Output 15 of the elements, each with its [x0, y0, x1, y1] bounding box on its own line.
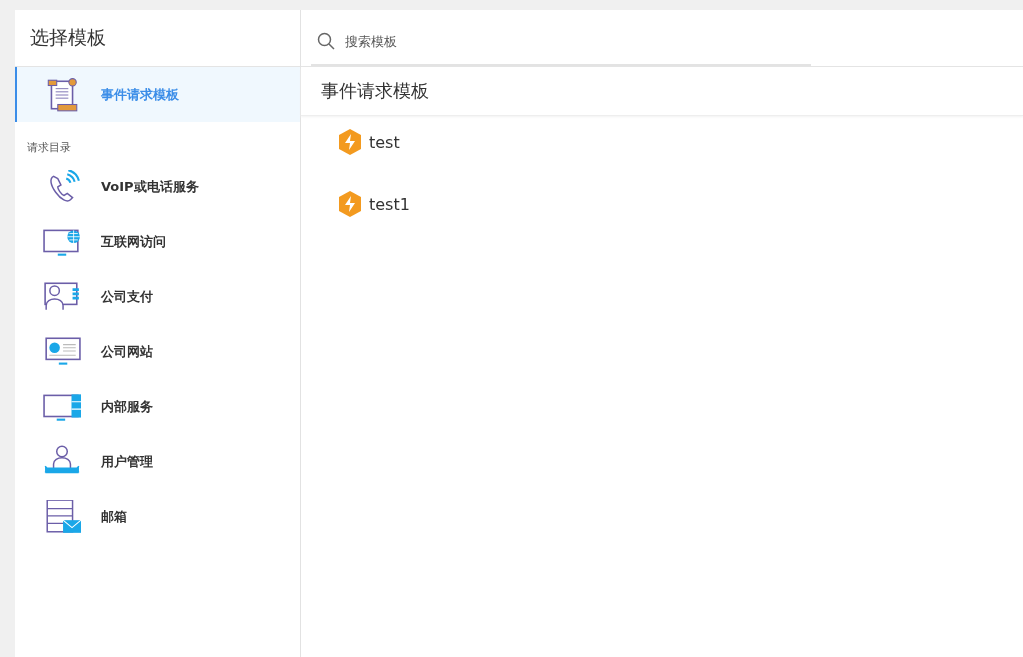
search-icon	[317, 32, 335, 50]
template-item[interactable]: test	[337, 128, 400, 156]
sidebar-item[interactable]: 公司支付	[15, 269, 300, 324]
sidebar-item[interactable]: 互联网访问	[15, 214, 300, 269]
lightning-hexagon-icon	[337, 128, 363, 156]
sidebar-item[interactable]: 用户管理	[15, 434, 300, 489]
lightning-hexagon-icon	[337, 190, 363, 218]
sidebar-item[interactable]: 邮箱	[15, 489, 300, 544]
section-label: 请求目录	[26, 140, 72, 156]
template-item[interactable]: test1	[337, 190, 410, 218]
sidebar-item[interactable]: 内部服务	[15, 379, 300, 434]
content-title: 事件请求模板	[301, 67, 1023, 116]
mail-icon	[43, 499, 81, 534]
sidebar-item[interactable]: VoIP或电话服务	[15, 159, 300, 214]
sidebar-item[interactable]: 公司网站	[15, 324, 300, 379]
